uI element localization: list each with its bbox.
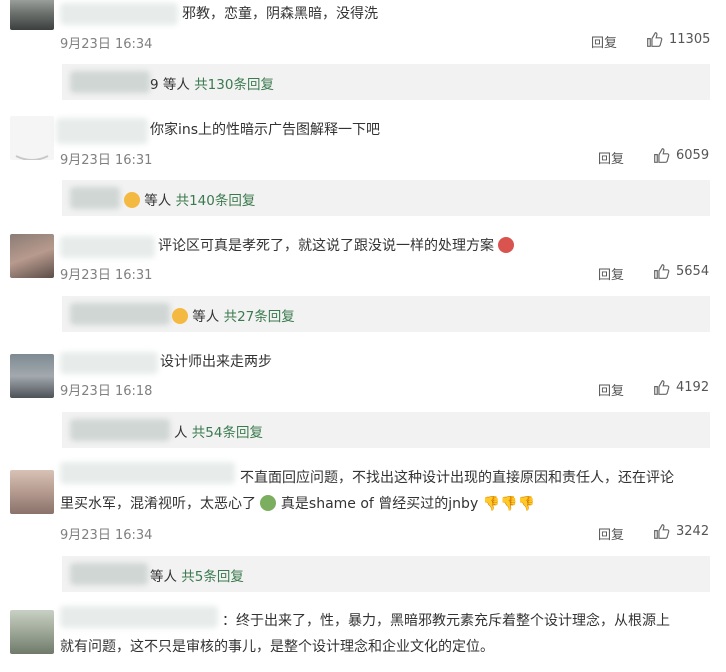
like-count: 3242 bbox=[676, 524, 710, 539]
thumb-down-emoji-icon: 👎👎👎 bbox=[482, 496, 535, 512]
comment-time: 9月23日 16:31 bbox=[60, 268, 153, 283]
replies-preview[interactable]: 等人 共5条回复 bbox=[62, 556, 710, 592]
reply-users-blurred bbox=[70, 563, 148, 585]
thumb-up-icon bbox=[654, 380, 670, 395]
like-count: 6059 bbox=[676, 148, 710, 163]
replies-preview[interactable]: 人 共54条回复 bbox=[62, 412, 710, 448]
avatar[interactable] bbox=[10, 470, 54, 514]
reply-users-suffix: 人 bbox=[174, 425, 188, 441]
emoji-icon bbox=[172, 308, 188, 324]
replies-preview[interactable]: 9 等人 共130条回复 bbox=[62, 64, 710, 100]
comment-text-line1: ：终于出来了，性，暴力，黑暗邪教元素充斥着整个设计理念，从根源上 bbox=[222, 613, 670, 629]
comment-text: 你家ins上的性暗示广告图解释一下吧 bbox=[150, 122, 381, 138]
like-count: 5654 bbox=[676, 264, 710, 279]
reply-users-suffix: 等人 bbox=[150, 569, 177, 585]
view-replies-link[interactable]: 共140条回复 bbox=[176, 193, 256, 209]
emoji-icon bbox=[498, 237, 515, 253]
view-replies-link[interactable]: 共130条回复 bbox=[194, 77, 274, 93]
comment-text-line1: 不直面回应问题，不找出这种设计出现的直接原因和责任人，还在评论 bbox=[240, 470, 674, 486]
comment-time: 9月23日 16:34 bbox=[60, 528, 153, 543]
username-blurred[interactable] bbox=[60, 3, 178, 25]
thumb-up-icon bbox=[654, 148, 670, 163]
username-blurred[interactable] bbox=[56, 118, 148, 144]
replies-preview[interactable]: 等人 共140条回复 bbox=[62, 180, 710, 216]
reply-button[interactable]: 回复 bbox=[598, 148, 624, 167]
reply-button[interactable]: 回复 bbox=[598, 380, 624, 399]
comment-item: 评论区可真是孝死了，就这说了跟没说一样的处理方案 9月23日 16:31 回复 … bbox=[0, 230, 726, 340]
comment-text: 邪教，恋童，阴森黑暗，没得洗 bbox=[182, 6, 378, 22]
reply-button[interactable]: 回复 bbox=[591, 32, 617, 51]
like-button[interactable]: 5654 bbox=[653, 263, 709, 280]
avatar[interactable] bbox=[10, 0, 54, 30]
comment-time: 9月23日 16:18 bbox=[60, 384, 153, 399]
view-replies-link[interactable]: 共5条回复 bbox=[181, 569, 244, 585]
reply-button[interactable]: 回复 bbox=[598, 264, 624, 283]
view-replies-link[interactable]: 共54条回复 bbox=[192, 425, 263, 441]
replies-preview[interactable]: 等人 共27条回复 bbox=[62, 296, 710, 332]
reply-button[interactable]: 回复 bbox=[598, 524, 624, 543]
comment-text: 评论区可真是孝死了，就这说了跟没说一样的处理方案 bbox=[158, 235, 515, 257]
username-blurred[interactable] bbox=[60, 462, 235, 484]
emoji-icon bbox=[260, 495, 277, 511]
avatar[interactable] bbox=[10, 610, 54, 654]
comment-text-line2: 就有问题，这不只是审核的事儿，是整个设计理念和企业文化的定位。 bbox=[60, 639, 494, 655]
comment-time: 9月23日 16:34 bbox=[60, 37, 153, 52]
reply-users-suffix: 等人 bbox=[144, 193, 172, 209]
comment-time: 9月23日 16:31 bbox=[60, 153, 153, 168]
thumb-up-icon bbox=[654, 524, 670, 539]
like-button[interactable]: 6059 bbox=[653, 147, 709, 164]
comment-item: 不直面回应问题，不找出这种设计出现的直接原因和责任人，还在评论 里买水军，混淆视… bbox=[0, 460, 726, 592]
reply-users-suffix: 9 等人 bbox=[150, 77, 190, 93]
reply-users-blurred bbox=[70, 71, 150, 93]
reply-users-blurred bbox=[70, 187, 120, 209]
avatar[interactable] bbox=[10, 354, 54, 398]
username-blurred[interactable] bbox=[60, 236, 155, 258]
avatar-default-icon bbox=[15, 155, 49, 160]
username-blurred[interactable] bbox=[60, 606, 218, 628]
reply-users-suffix: 等人 bbox=[192, 309, 220, 325]
avatar[interactable] bbox=[10, 116, 54, 160]
comment-item: 你家ins上的性暗示广告图解释一下吧 9月23日 16:31 回复 6059 等… bbox=[0, 110, 726, 220]
comment-item: 设计师出来走两步 9月23日 16:18 回复 4192 人 共54条回复 bbox=[0, 346, 726, 456]
reply-users-blurred bbox=[70, 419, 170, 441]
like-count: 4192 bbox=[676, 380, 710, 395]
reply-users-blurred bbox=[70, 303, 170, 325]
view-replies-link[interactable]: 共27条回复 bbox=[224, 309, 295, 325]
thumb-up-icon bbox=[647, 32, 663, 47]
comment-text-line2: 里买水军，混淆视听，太恶心了 真是shame of 曾经买过的jnby 👎👎👎 bbox=[60, 495, 535, 512]
avatar[interactable] bbox=[10, 234, 54, 278]
username-blurred[interactable] bbox=[60, 352, 158, 374]
comment-item: 邪教，恋童，阴森黑暗，没得洗 9月23日 16:34 回复 11305 9 等人… bbox=[0, 0, 726, 100]
like-button[interactable]: 11305 bbox=[646, 31, 710, 48]
like-button[interactable]: 3242 bbox=[653, 523, 709, 540]
like-button[interactable]: 4192 bbox=[653, 379, 709, 396]
comment-text: 设计师出来走两步 bbox=[160, 354, 272, 370]
thumb-up-icon bbox=[654, 264, 670, 279]
comment-item: ：终于出来了，性，暴力，黑暗邪教元素充斥着整个设计理念，从根源上 就有问题，这不… bbox=[0, 600, 726, 672]
like-count: 11305 bbox=[669, 32, 711, 47]
emoji-icon bbox=[124, 192, 140, 208]
